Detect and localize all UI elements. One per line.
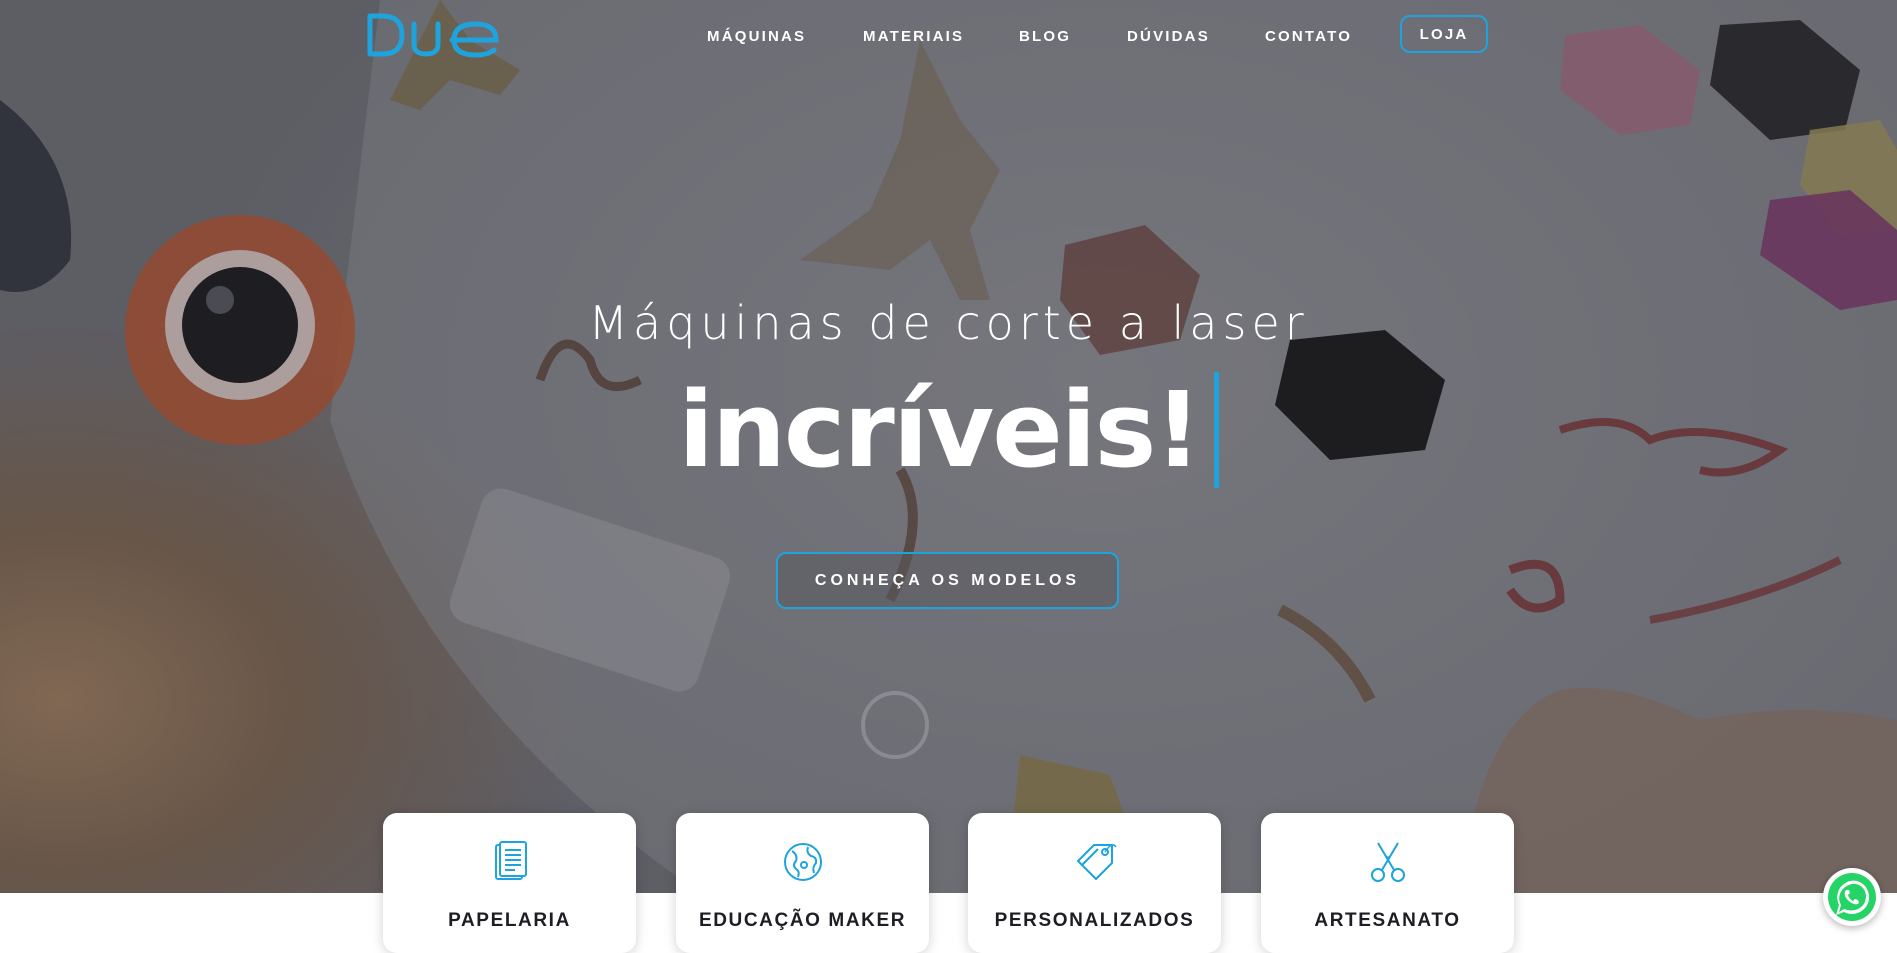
cta-button-models[interactable]: CONHEÇA OS MODELOS [776, 552, 1119, 609]
category-card-personalizados[interactable]: PERSONALIZADOS [968, 813, 1221, 953]
category-card-papelaria[interactable]: PAPELARIA [383, 813, 636, 953]
hero-title-row: incríveis! [0, 370, 1897, 490]
category-label: EDUCAÇÃO MAKER [698, 910, 907, 931]
typing-caret [1213, 372, 1219, 488]
main-nav: MÁQUINAS MATERIAIS BLOG DÚVIDAS CONTATO … [0, 14, 1897, 58]
hero-title: incríveis! [678, 369, 1202, 491]
category-card-artesanato[interactable]: ARTESANATO [1261, 813, 1514, 953]
globe-icon [784, 843, 822, 881]
document-icon [495, 841, 527, 880]
category-card-educacao-maker[interactable]: EDUCAÇÃO MAKER [676, 813, 929, 953]
whatsapp-button[interactable] [1823, 868, 1881, 926]
category-label: PAPELARIA [448, 910, 571, 931]
scissors-icon [1371, 842, 1405, 882]
nav-link-materiais[interactable]: MATERIAIS [863, 28, 964, 45]
nav-store-button[interactable]: LOJA [1400, 15, 1488, 53]
category-label: ARTESANATO [1314, 910, 1461, 931]
tag-icon [1077, 844, 1117, 880]
hero-section: MÁQUINAS MATERIAIS BLOG DÚVIDAS CONTATO … [0, 0, 1897, 893]
category-label: PERSONALIZADOS [994, 910, 1195, 931]
whatsapp-icon [1828, 873, 1876, 921]
nav-link-blog[interactable]: BLOG [1019, 28, 1071, 45]
nav-link-duvidas[interactable]: DÚVIDAS [1127, 28, 1210, 45]
hero-subtitle: Máquinas de corte a laser [588, 296, 1309, 350]
nav-link-contato[interactable]: CONTATO [1265, 28, 1352, 45]
nav-link-maquinas[interactable]: MÁQUINAS [707, 28, 806, 45]
